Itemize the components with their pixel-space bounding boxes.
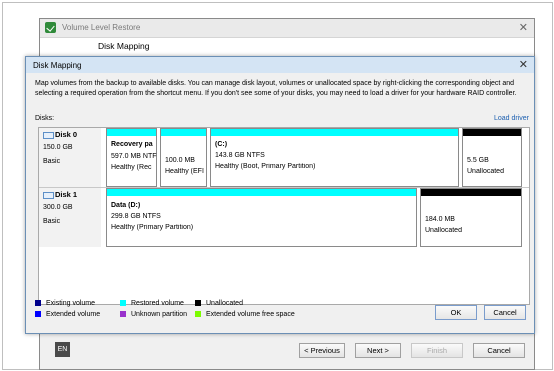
partition-size: 299.8 GB NTFS — [111, 213, 161, 220]
disk-size: 150.0 GB — [43, 144, 73, 151]
legend-item-extended-free: Extended volume free space — [195, 311, 295, 318]
partition-status: Unallocated — [425, 227, 462, 234]
legend-item-unknown: Unknown partition — [120, 311, 187, 318]
partition-c[interactable]: (C:) 143.8 GB NTFS Healthy (Boot, Primar… — [210, 128, 459, 187]
restore-app-icon — [45, 22, 56, 33]
partition-data-d[interactable]: Data (D:) 299.8 GB NTFS Healthy (Primary… — [106, 188, 417, 247]
hard-disk-icon — [43, 192, 54, 199]
finish-button[interactable]: Finish — [411, 343, 463, 358]
disk-size: 300.0 GB — [43, 204, 73, 211]
partition-status: Healthy (Rec — [111, 164, 152, 171]
disks-label: Disks: — [35, 115, 55, 122]
screenshot-frame: Volume Level Restore ✕ Disk Mapping EN <… — [2, 2, 553, 370]
disk-type: Basic — [43, 218, 61, 225]
partition-status: Healthy (Boot, Primary Partition) — [215, 163, 316, 170]
unallocated-disk1[interactable]: 184.0 MB Unallocated — [420, 188, 522, 247]
partition-bar — [211, 129, 458, 136]
legend-swatch — [35, 300, 41, 307]
partition-size: 143.8 GB NTFS — [215, 152, 265, 159]
dialog-description: Map volumes from the backup to available… — [35, 80, 517, 97]
previous-button[interactable]: < Previous — [299, 343, 345, 358]
disk-row-1[interactable]: Disk 1 300.0 GB Basic Data (D:) 299.8 GB… — [39, 187, 529, 247]
wizard-cancel-button[interactable]: Cancel — [473, 343, 525, 358]
load-driver-link[interactable]: Load driver — [494, 115, 529, 122]
partition-bar — [161, 129, 206, 136]
dialog-close-icon[interactable]: ✕ — [519, 58, 528, 71]
dialog-title: Disk Mapping — [33, 61, 82, 70]
partition-label: (C:) — [215, 141, 228, 148]
wizard-title: Volume Level Restore — [62, 23, 141, 32]
language-badge[interactable]: EN — [55, 342, 70, 357]
partition-bar — [421, 189, 521, 196]
legend-item-existing: Existing volume — [35, 300, 95, 307]
partition-efi[interactable]: 100.0 MB Healthy (EFI — [160, 128, 207, 187]
disk-info-1[interactable]: Disk 1 300.0 GB Basic — [39, 188, 101, 247]
partition-bar — [463, 129, 521, 136]
legend-item-restored: Restored volume — [120, 300, 184, 307]
dialog-titlebar: Disk Mapping ✕ — [26, 57, 534, 73]
disk-type: Basic — [43, 158, 61, 165]
partition-status: Healthy (EFI — [165, 168, 204, 175]
next-button[interactable]: Next > — [355, 343, 401, 358]
disk-mapping-dialog: Disk Mapping ✕ Map volumes from the back… — [25, 56, 535, 334]
partition-recovery[interactable]: Recovery pa 597.0 MB NTF Healthy (Rec — [106, 128, 157, 187]
legend-swatch — [35, 311, 41, 318]
unallocated-disk0[interactable]: 5.5 GB Unallocated — [462, 128, 522, 187]
partition-bar — [107, 189, 416, 196]
partition-label: Data (D:) — [111, 202, 141, 209]
partition-status: Unallocated — [467, 168, 504, 175]
close-icon[interactable]: ✕ — [519, 21, 528, 34]
partition-status: Healthy (Primary Partition) — [111, 224, 194, 231]
legend-swatch — [195, 311, 201, 318]
partition-label: Recovery pa — [111, 141, 153, 148]
disk-map-panel: Disk 0 150.0 GB Basic Recovery pa 597.0 … — [38, 127, 530, 305]
partition-size: 597.0 MB NTF — [111, 153, 157, 160]
wizard-step-title: Disk Mapping — [98, 41, 150, 51]
partition-size: 5.5 GB — [467, 157, 489, 164]
legend-swatch — [195, 300, 201, 307]
legend-item-unallocated: Unallocated — [195, 300, 243, 307]
wizard-titlebar: Volume Level Restore ✕ — [40, 19, 534, 38]
disk-row-0[interactable]: Disk 0 150.0 GB Basic Recovery pa 597.0 … — [39, 128, 529, 187]
partition-size: 184.0 MB — [425, 216, 455, 223]
partition-bar — [107, 129, 156, 136]
wizard-footer: EN < Previous Next > Finish Cancel — [40, 330, 534, 369]
legend-swatch — [120, 300, 126, 307]
hard-disk-icon — [43, 132, 54, 139]
disk-name: Disk 0 — [55, 130, 78, 139]
legend-swatch — [120, 311, 126, 318]
partition-size: 100.0 MB — [165, 157, 195, 164]
legend-item-extended: Extended volume — [35, 311, 100, 318]
dialog-cancel-button[interactable]: Cancel — [484, 305, 526, 320]
disk-info-0[interactable]: Disk 0 150.0 GB Basic — [39, 128, 101, 187]
disk-name: Disk 1 — [55, 190, 78, 199]
ok-button[interactable]: OK — [435, 305, 477, 320]
